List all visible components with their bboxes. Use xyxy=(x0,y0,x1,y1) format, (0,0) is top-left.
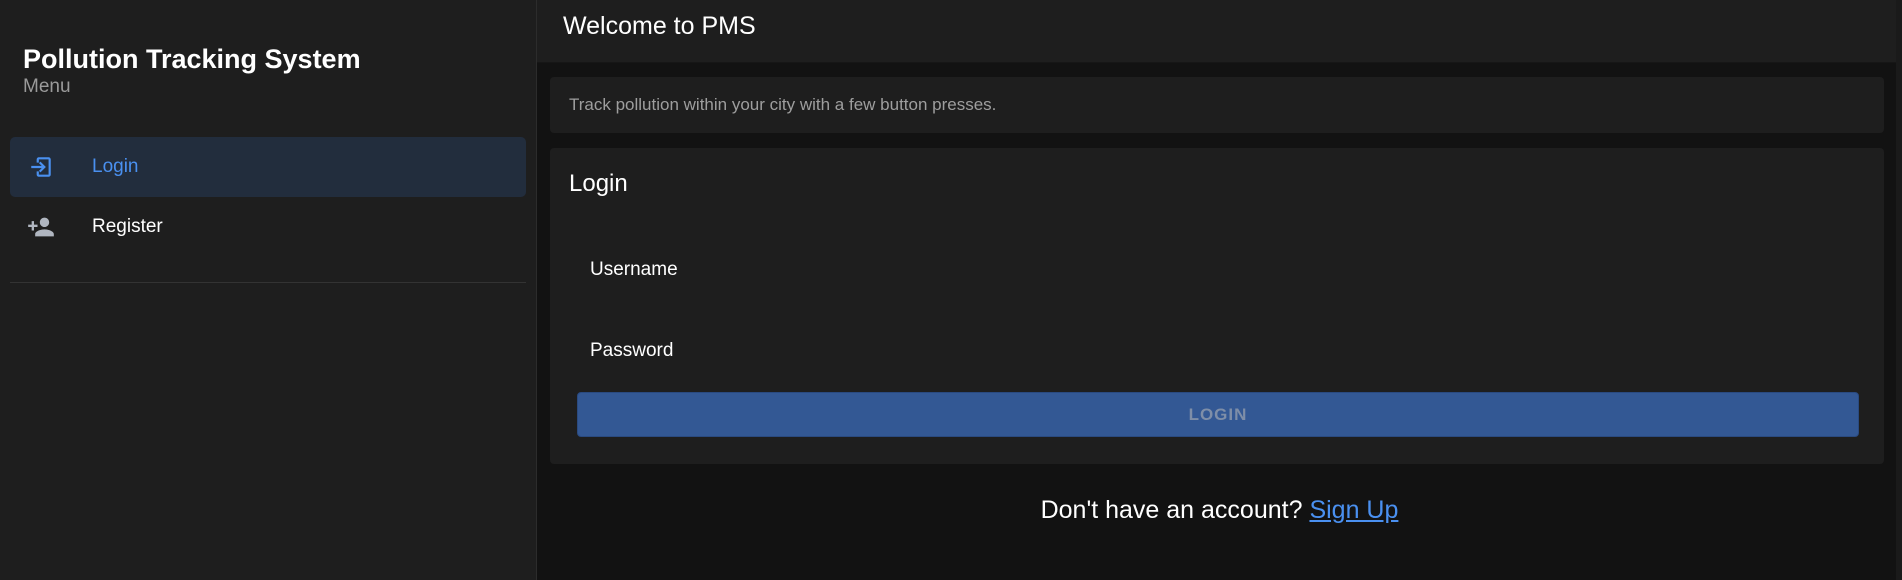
sidebar-item-login[interactable]: Login xyxy=(10,137,526,197)
page-title: Welcome to PMS xyxy=(563,11,756,40)
login-button[interactable]: LOGIN xyxy=(577,392,1859,437)
signup-link[interactable]: Sign Up xyxy=(1309,496,1398,524)
signup-prompt: Don't have an account? Sign Up xyxy=(537,496,1902,525)
login-icon xyxy=(26,152,56,182)
login-title: Login xyxy=(569,170,628,197)
sidebar-divider xyxy=(10,282,526,283)
info-text: Track pollution within your city with a … xyxy=(569,95,997,114)
sidebar-item-register[interactable]: Register xyxy=(10,197,526,257)
login-card: Login LOGIN xyxy=(550,148,1884,464)
sidebar-item-label: Login xyxy=(92,156,139,177)
person-add-icon xyxy=(26,212,56,242)
app-title: Pollution Tracking System xyxy=(23,44,361,74)
sidebar-nav: Login Register xyxy=(10,137,526,257)
sidebar-item-label: Register xyxy=(92,216,163,237)
app-root: Pollution Tracking System Menu Login Reg… xyxy=(0,0,1902,580)
sidebar-header: Pollution Tracking System Menu xyxy=(0,0,536,97)
password-field[interactable] xyxy=(577,323,1857,379)
scrollbar[interactable] xyxy=(1896,0,1902,580)
sidebar: Pollution Tracking System Menu Login Reg… xyxy=(0,0,537,580)
username-field[interactable] xyxy=(577,242,1857,298)
menu-subtitle: Menu xyxy=(23,76,71,97)
info-card: Track pollution within your city with a … xyxy=(550,77,1884,133)
top-app-bar: Welcome to PMS xyxy=(537,0,1902,63)
main-content: Welcome to PMS Track pollution within yo… xyxy=(537,0,1902,580)
signup-prompt-text: Don't have an account? xyxy=(1040,496,1303,524)
